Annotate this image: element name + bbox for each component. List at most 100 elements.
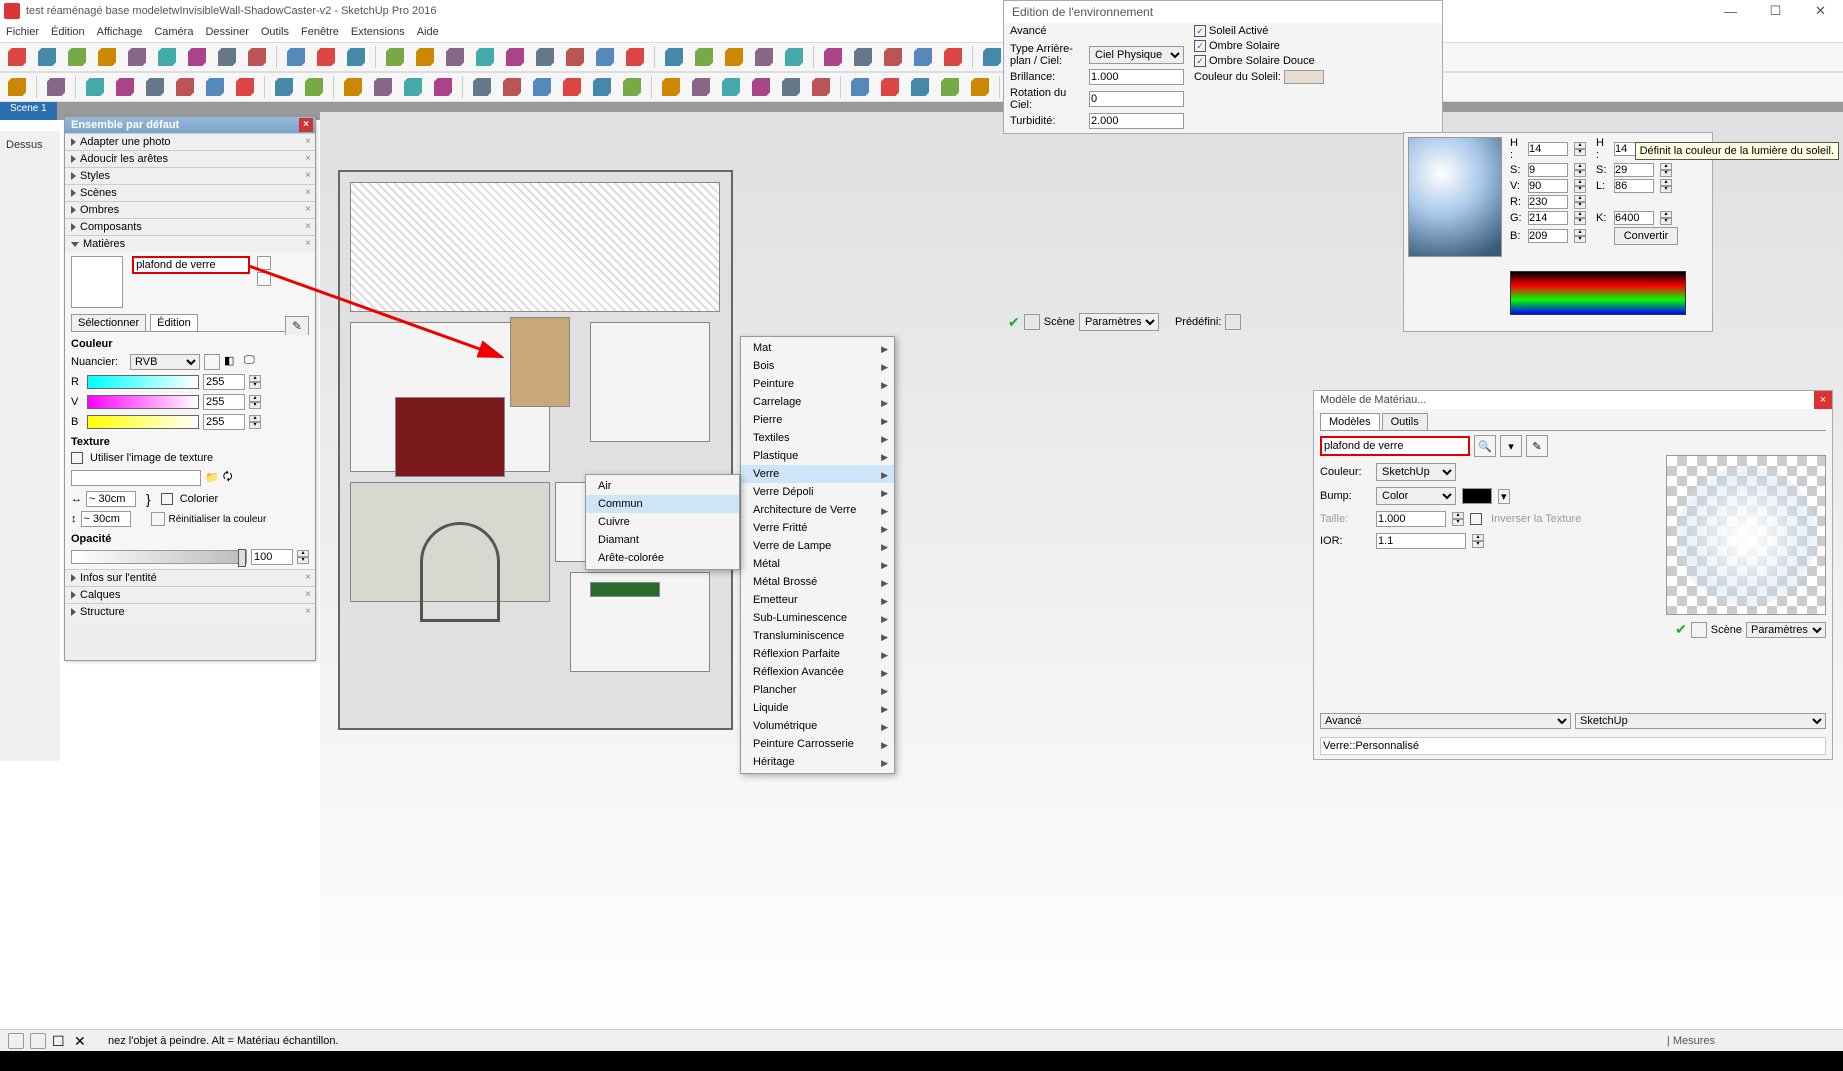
tab-modeles[interactable]: Modèles: [1320, 413, 1380, 430]
s2-input[interactable]: [1614, 163, 1654, 177]
section-ombres[interactable]: Ombres×: [65, 201, 315, 218]
roof-icon[interactable]: [592, 44, 618, 70]
h-input[interactable]: [1528, 142, 1568, 156]
k-input[interactable]: [1614, 211, 1654, 225]
ctx-item-transluminiscence[interactable]: Transluminiscence▶: [741, 627, 894, 645]
back-icon[interactable]: [940, 44, 966, 70]
section-scenes[interactable]: Scènes×: [65, 184, 315, 201]
ctx-item-bois[interactable]: Bois▶: [741, 357, 894, 375]
menu-edition[interactable]: Édition: [51, 26, 85, 38]
sel-icon[interactable]: [721, 44, 747, 70]
arc-icon[interactable]: [172, 74, 198, 100]
menu-dessiner[interactable]: Dessiner: [205, 26, 248, 38]
component-icon[interactable]: [412, 44, 438, 70]
copy-icon[interactable]: [124, 44, 150, 70]
material-swatch[interactable]: [71, 256, 123, 308]
ombre-checkbox[interactable]: ✓: [1194, 40, 1206, 52]
status-icon-3[interactable]: ☐: [52, 1033, 68, 1049]
left-icon[interactable]: [979, 44, 1005, 70]
mm-sketchup-select[interactable]: SketchUp: [1575, 713, 1826, 729]
ctx-item-pierre[interactable]: Pierre▶: [741, 411, 894, 429]
ctx-item-verre[interactable]: Verre▶: [741, 465, 894, 483]
picker-icon[interactable]: ◧: [224, 354, 240, 370]
l-spinner[interactable]: ▴▾: [1660, 179, 1672, 193]
mm-couleur-select[interactable]: SketchUp: [1376, 463, 1456, 481]
eraser-icon[interactable]: [43, 74, 69, 100]
reset-color-swatch[interactable]: [151, 512, 165, 526]
polygon-icon[interactable]: [232, 74, 258, 100]
redo-icon[interactable]: [244, 44, 270, 70]
ctx-item-r-flexion-parfaite[interactable]: Réflexion Parfaite▶: [741, 645, 894, 663]
soleil-checkbox[interactable]: ✓: [1194, 25, 1206, 37]
cut-icon[interactable]: [94, 44, 120, 70]
menu-extensions[interactable]: Extensions: [351, 26, 405, 38]
b-slider[interactable]: [87, 415, 199, 429]
open-icon[interactable]: [34, 44, 60, 70]
front-icon[interactable]: [880, 44, 906, 70]
tex-width-input[interactable]: [86, 491, 136, 507]
b-spinner[interactable]: ▴▾: [1574, 229, 1586, 243]
ctx-item-mat[interactable]: Mat▶: [741, 339, 894, 357]
minimize-button[interactable]: —: [1708, 0, 1753, 22]
warehouse-icon[interactable]: [343, 44, 369, 70]
section-adoucir[interactable]: Adoucir les arêtes×: [65, 150, 315, 167]
select-icon[interactable]: [4, 74, 30, 100]
look-icon[interactable]: [877, 74, 903, 100]
paint-icon[interactable]: [751, 44, 777, 70]
iso-icon[interactable]: [820, 44, 846, 70]
inverser-checkbox[interactable]: [1470, 513, 1482, 525]
tex-height-input[interactable]: [81, 511, 131, 527]
prev-icon[interactable]: [778, 74, 804, 100]
s-input[interactable]: [1528, 163, 1568, 177]
h-spinner[interactable]: ▴▾: [1574, 142, 1586, 156]
ctx-item-m-tal[interactable]: Métal▶: [741, 555, 894, 573]
material-name-input[interactable]: [132, 256, 250, 274]
ctx-item-sub-luminescence[interactable]: Sub-Luminescence▶: [741, 609, 894, 627]
section-close-icon[interactable]: ×: [305, 153, 311, 164]
b-input[interactable]: [1528, 229, 1568, 243]
ombre-douce-checkbox[interactable]: ✓: [1194, 55, 1206, 67]
ctx-item-peinture[interactable]: Peinture▶: [741, 375, 894, 393]
section-close-icon[interactable]: ×: [305, 238, 311, 249]
pull-icon[interactable]: [532, 44, 558, 70]
ctx-item-verre-d-poli[interactable]: Verre Dépoli▶: [741, 483, 894, 501]
offset-icon[interactable]: [301, 74, 327, 100]
walk-icon[interactable]: [907, 74, 933, 100]
screen-pick-icon[interactable]: 🖵: [244, 354, 260, 370]
tab-outils[interactable]: Outils: [1382, 413, 1428, 430]
mm-bump-select[interactable]: Color: [1376, 487, 1456, 505]
print-icon[interactable]: [283, 44, 309, 70]
new-icon[interactable]: [4, 44, 30, 70]
pos-icon[interactable]: [847, 74, 873, 100]
layer-icon[interactable]: [967, 74, 993, 100]
top-icon[interactable]: [850, 44, 876, 70]
v-spinner[interactable]: ▴▾: [249, 395, 261, 409]
box-icon[interactable]: [472, 44, 498, 70]
rotate-icon[interactable]: [370, 74, 396, 100]
section-infos[interactable]: Infos sur l'entité×: [65, 569, 315, 586]
sun-color-swatch[interactable]: [1284, 70, 1324, 84]
texture-path-input[interactable]: [71, 470, 201, 486]
env-param-select[interactable]: Paramètres: [1079, 313, 1159, 331]
section-calques[interactable]: Calques×: [65, 586, 315, 603]
section-close-icon[interactable]: ×: [305, 606, 311, 617]
g-spinner[interactable]: ▴▾: [1574, 211, 1586, 225]
b-spinner[interactable]: ▴▾: [249, 415, 261, 429]
color-preview-icon[interactable]: [204, 354, 220, 370]
window-icon[interactable]: [661, 44, 687, 70]
turbidite-input[interactable]: [1089, 113, 1184, 129]
protractor-icon[interactable]: [469, 74, 495, 100]
mat-search-input[interactable]: [1320, 436, 1470, 456]
section-close-icon[interactable]: ×: [305, 187, 311, 198]
freehand-icon[interactable]: [202, 74, 228, 100]
ctx-item-m-tal-bross-[interactable]: Métal Brossé▶: [741, 573, 894, 591]
ctx-item-architecture-de-verre[interactable]: Architecture de Verre▶: [741, 501, 894, 519]
nuancier-select[interactable]: RVB: [130, 354, 200, 370]
s2-spinner[interactable]: ▴▾: [1660, 163, 1672, 177]
menu-fichier[interactable]: Fichier: [6, 26, 39, 38]
r-spinner[interactable]: ▴▾: [1574, 195, 1586, 209]
ctx-item-plancher[interactable]: Plancher▶: [741, 681, 894, 699]
mm-apply-icon[interactable]: ✔: [1675, 621, 1687, 638]
predefini-icon[interactable]: [1225, 314, 1241, 330]
save-icon[interactable]: [64, 44, 90, 70]
